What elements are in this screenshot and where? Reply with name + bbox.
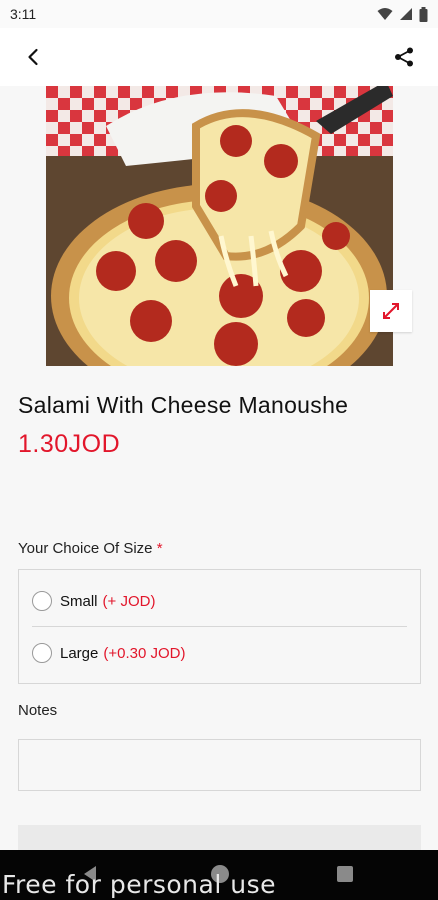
pizza-illustration bbox=[46, 86, 393, 366]
signal-icon bbox=[400, 8, 412, 20]
size-option-large[interactable]: Large (+0.30 JOD) bbox=[19, 627, 420, 679]
option-extra-price: (+ JOD) bbox=[102, 592, 156, 610]
product-image bbox=[46, 86, 393, 366]
share-button[interactable] bbox=[388, 41, 420, 73]
back-button[interactable] bbox=[18, 41, 50, 73]
option-extra-price: (+0.30 JOD) bbox=[103, 644, 186, 662]
watermark: Free for personal use bbox=[2, 870, 276, 899]
notes-input[interactable] bbox=[18, 739, 421, 791]
battery-icon bbox=[419, 6, 428, 22]
product-price: 1.30JOD bbox=[18, 430, 121, 458]
back-arrow-icon bbox=[28, 48, 38, 66]
wifi-icon bbox=[377, 8, 393, 20]
add-to-cart-bar[interactable] bbox=[18, 825, 421, 850]
product-title: Salami With Cheese Manoushe bbox=[18, 392, 349, 418]
size-option-small[interactable]: Small (+ JOD) bbox=[19, 575, 420, 627]
size-options: Small (+ JOD) Large (+0.30 JOD) bbox=[18, 569, 421, 684]
option-label: Small bbox=[60, 592, 98, 610]
nav-recents-icon[interactable] bbox=[337, 866, 353, 882]
size-group-label-text: Your Choice Of Size bbox=[18, 540, 153, 557]
option-label: Large bbox=[60, 644, 99, 662]
size-group-label: Your Choice Of Size * bbox=[18, 540, 163, 557]
expand-image-button[interactable] bbox=[370, 290, 412, 332]
expand-icon bbox=[383, 303, 399, 319]
radio-button[interactable] bbox=[32, 643, 52, 663]
status-icons bbox=[377, 6, 428, 22]
notes-label: Notes bbox=[18, 702, 58, 719]
status-time: 3:11 bbox=[10, 6, 37, 22]
required-marker: * bbox=[156, 540, 163, 557]
app-bar bbox=[0, 28, 438, 86]
share-icon bbox=[395, 47, 413, 67]
radio-button[interactable] bbox=[32, 591, 52, 611]
status-bar: 3:11 bbox=[0, 0, 438, 28]
